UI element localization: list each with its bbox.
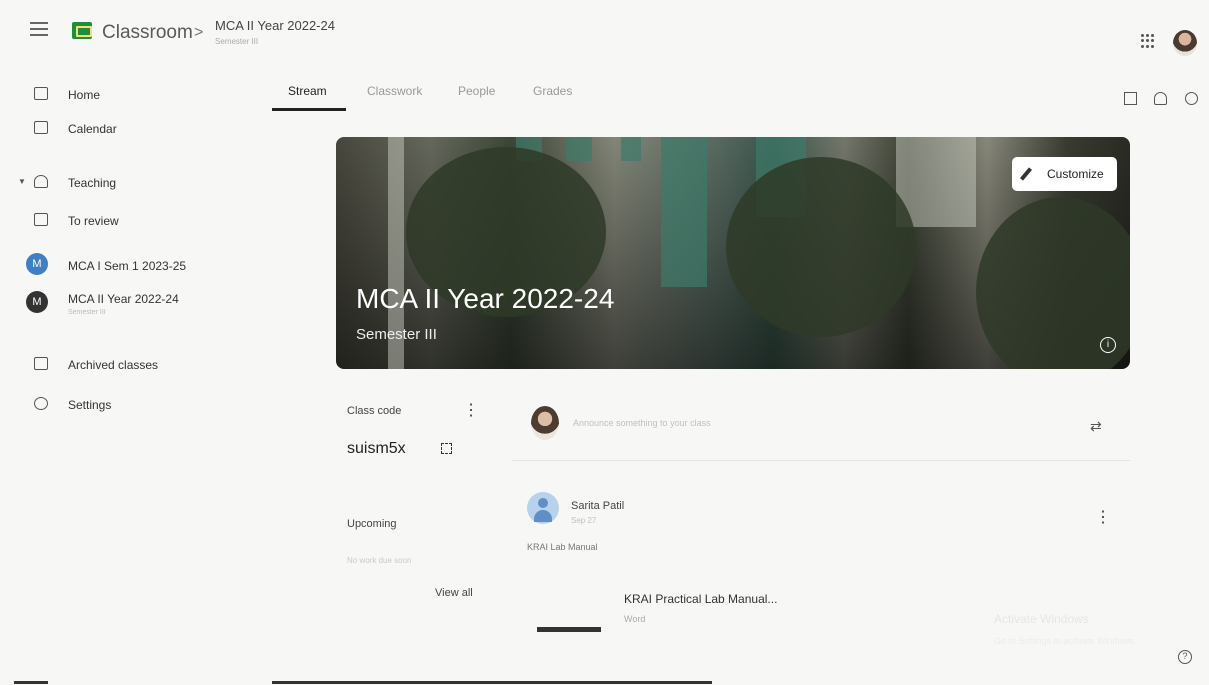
attachment-title[interactable]: KRAI Practical Lab Manual... bbox=[624, 592, 777, 606]
home-icon bbox=[34, 87, 48, 100]
post-date: Sep 27 bbox=[571, 516, 597, 525]
banner-class-section: Semester III bbox=[356, 326, 437, 343]
breadcrumb-class-section: Semester III bbox=[215, 37, 259, 46]
repost-icon[interactable]: ⇄ bbox=[1090, 418, 1102, 435]
calendar-icon[interactable] bbox=[1124, 92, 1137, 105]
sidebar-item-label: To review bbox=[68, 214, 119, 228]
attachment-thumbnail[interactable] bbox=[537, 627, 601, 632]
class-code-value: suism5x bbox=[347, 440, 406, 457]
sidebar-item-label: MCA II Year 2022-24 bbox=[68, 292, 179, 306]
sidebar-item-label: Home bbox=[68, 88, 101, 102]
help-icon[interactable]: ? bbox=[1178, 650, 1192, 664]
calendar-icon bbox=[34, 121, 48, 134]
banner-window bbox=[566, 137, 592, 161]
sidebar-item-label: Settings bbox=[68, 398, 112, 412]
tab-grades[interactable]: Grades bbox=[533, 84, 572, 98]
user-avatar bbox=[531, 406, 559, 440]
banner-class-title: MCA II Year 2022-24 bbox=[356, 283, 615, 314]
sidebar-item-archived[interactable]: Archived classes bbox=[0, 350, 270, 380]
customize-label: Customize bbox=[1047, 167, 1104, 181]
sidebar-item-label: Teaching bbox=[68, 176, 117, 190]
banner-window bbox=[661, 137, 707, 287]
sidebar-item-to-review[interactable]: To review bbox=[0, 206, 270, 236]
account-avatar[interactable] bbox=[1173, 30, 1197, 56]
sidebar-item-settings[interactable]: Settings bbox=[0, 390, 270, 420]
activate-windows-subtext: Go to Settings to activate Windows. bbox=[994, 636, 1137, 646]
upcoming-label: Upcoming bbox=[347, 518, 397, 530]
app-name[interactable]: Classroom bbox=[102, 22, 193, 44]
breadcrumb-class-title[interactable]: MCA II Year 2022-24 bbox=[215, 18, 335, 33]
sidebar-item-teaching[interactable]: ▼ Teaching bbox=[0, 168, 270, 198]
active-tab-indicator bbox=[272, 108, 346, 111]
sidebar-item-mca-ii-year[interactable]: M MCA II Year 2022-24 Semester III bbox=[0, 289, 270, 319]
review-icon bbox=[34, 213, 48, 226]
view-all-link[interactable]: View all bbox=[435, 587, 473, 599]
tab-classwork[interactable]: Classwork bbox=[367, 84, 422, 98]
class-settings-icon[interactable] bbox=[1185, 92, 1198, 105]
tab-stream[interactable]: Stream bbox=[288, 84, 327, 98]
drive-folder-icon[interactable] bbox=[1154, 92, 1167, 105]
customize-button[interactable]: Customize bbox=[1012, 157, 1117, 191]
post-author-avatar bbox=[527, 492, 559, 524]
classroom-logo-icon[interactable] bbox=[72, 22, 92, 39]
banner-window bbox=[621, 137, 641, 161]
main-menu-icon[interactable] bbox=[30, 22, 48, 36]
class-banner: MCA II Year 2022-24 Semester III Customi… bbox=[336, 137, 1130, 369]
post-text: KRAI Lab Manual bbox=[527, 542, 598, 552]
sidebar-item-sublabel: Semester III bbox=[68, 309, 106, 316]
gear-icon bbox=[34, 397, 48, 410]
sidebar-item-label: Calendar bbox=[68, 122, 117, 136]
attachment-type: Word bbox=[624, 614, 646, 624]
class-avatar: M bbox=[26, 291, 48, 313]
sidebar-item-calendar[interactable]: Calendar bbox=[0, 114, 270, 144]
divider bbox=[512, 460, 1130, 461]
sidebar-item-label: Archived classes bbox=[68, 358, 159, 372]
scan-edge-line bbox=[14, 681, 48, 684]
scan-edge-line bbox=[272, 681, 712, 684]
class-avatar: M bbox=[26, 253, 48, 275]
class-code-label: Class code bbox=[347, 405, 402, 417]
info-icon[interactable]: i bbox=[1100, 337, 1116, 353]
breadcrumb-chevron-icon: > bbox=[194, 24, 204, 41]
class-code-more-icon[interactable]: ⋮ bbox=[463, 403, 479, 419]
sidebar-item-home[interactable]: Home bbox=[0, 80, 270, 110]
sidebar-item-label: MCA I Sem 1 2023-25 bbox=[68, 259, 187, 273]
class-tabs: Stream Classwork People Grades bbox=[272, 74, 972, 110]
announce-input[interactable]: Announce something to your class bbox=[573, 418, 1053, 428]
sidebar-item-mca-i-sem1[interactable]: M MCA I Sem 1 2023-25 bbox=[0, 251, 270, 281]
fullscreen-icon[interactable] bbox=[441, 443, 452, 454]
pencil-icon bbox=[1019, 167, 1033, 181]
caret-down-icon[interactable]: ▼ bbox=[18, 177, 26, 186]
tab-people[interactable]: People bbox=[458, 84, 495, 98]
teaching-icon bbox=[34, 175, 48, 188]
banner-tree bbox=[726, 157, 916, 337]
post-more-icon[interactable]: ⋮ bbox=[1095, 510, 1111, 526]
google-apps-icon[interactable] bbox=[1141, 34, 1155, 48]
archive-icon bbox=[34, 357, 48, 370]
post-author: Sarita Patil bbox=[571, 500, 625, 512]
activate-windows-watermark: Activate Windows bbox=[994, 612, 1089, 626]
top-bar: Classroom > MCA II Year 2022-24 Semester… bbox=[0, 0, 1209, 64]
upcoming-empty-text: No work due soon bbox=[347, 556, 412, 565]
